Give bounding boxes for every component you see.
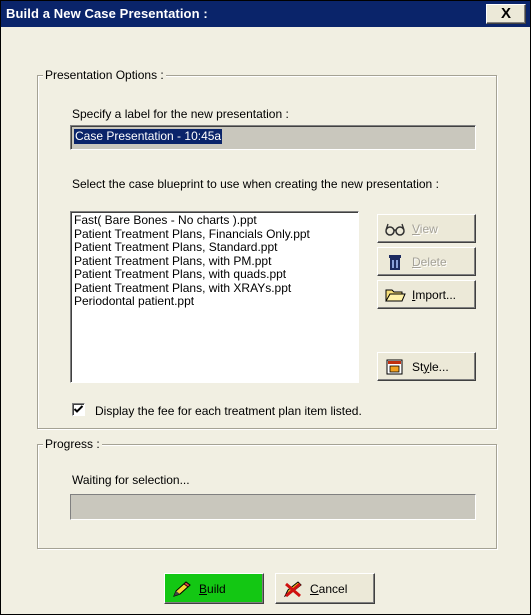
close-icon: X [500,5,511,22]
view-button-label: iew [419,221,438,236]
title-bar[interactable]: Build a New Case Presentation : X [1,1,530,27]
delete-button-mnemonic: D [412,254,421,269]
build-button-label: uild [207,581,226,596]
delete-button[interactable]: Delete [377,247,476,276]
presentation-label-input[interactable]: Case Presentation - 10:45a [70,125,476,150]
blueprint-list-item[interactable]: Patient Treatment Plans, with PM.ppt [74,254,355,269]
blueprint-list-item[interactable]: Patient Treatment Plans, Standard.ppt [74,240,355,255]
cancel-button-mnemonic: C [310,581,319,596]
show-fee-label[interactable]: Display the fee for each treatment plan … [95,404,362,418]
window-title: Build a New Case Presentation : [6,6,208,21]
style-icon [384,358,406,376]
build-button-mnemonic: B [199,581,208,596]
close-button[interactable]: X [486,4,526,24]
blueprint-list-item[interactable]: Patient Treatment Plans, with XRAYs.ppt [74,281,355,296]
presentation-options-legend: Presentation Options : [43,68,166,82]
label-prompt: Specify a label for the new presentation… [72,107,289,121]
trash-icon [384,253,406,271]
blueprint-list-item[interactable]: Fast( Bare Bones - No charts ).ppt [74,213,355,228]
blueprint-list[interactable]: Fast( Bare Bones - No charts ).ppt Patien… [70,211,359,383]
view-button-mnemonic: V [412,221,420,236]
build-button[interactable]: Build [164,573,264,604]
show-fee-checkbox[interactable] [72,403,85,416]
blueprint-prompt: Select the case blueprint to use when cr… [72,177,439,191]
import-button[interactable]: Import... [377,280,476,309]
delete-button-label: elete [420,254,447,269]
dialog-window: Build a New Case Presentation : X Presen… [0,0,531,615]
view-button[interactable]: View [377,214,476,243]
checkmark-icon [73,405,84,413]
progress-legend: Progress : [43,437,102,451]
cancel-icon [282,580,304,598]
folder-icon [384,286,406,304]
blueprint-list-item[interactable]: Periodontal patient.ppt [74,294,355,309]
blueprint-list-item[interactable]: Patient Treatment Plans, Financials Only… [74,227,355,242]
pencil-icon [171,580,193,598]
blueprint-list-item[interactable]: Patient Treatment Plans, with quads.ppt [74,267,355,282]
cancel-button[interactable]: Cancel [275,573,375,604]
progress-status: Waiting for selection... [72,473,190,487]
style-button-label-pre: St [412,359,424,374]
style-button[interactable]: Style... [377,352,476,381]
progress-bar [70,494,476,520]
presentation-label-value: Case Presentation - 10:45a [74,129,223,144]
import-button-label: mport... [415,287,457,302]
cancel-button-label: ancel [318,581,348,596]
glasses-icon [384,220,406,238]
style-button-label-post: le... [429,359,449,374]
